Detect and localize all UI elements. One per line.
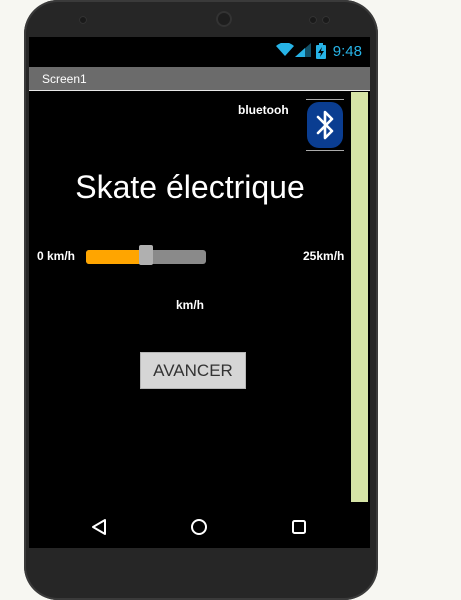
wifi-icon bbox=[276, 43, 294, 56]
battery-charging-icon bbox=[316, 43, 326, 59]
speed-max-label: 25km/h bbox=[303, 249, 345, 263]
status-bar: 9:48 bbox=[29, 37, 370, 67]
app-title-bar: Screen1 bbox=[29, 67, 370, 91]
back-icon bbox=[92, 519, 106, 535]
speed-value-label: km/h bbox=[175, 298, 204, 312]
front-sensor bbox=[79, 16, 87, 24]
status-time: 9:48 bbox=[332, 43, 362, 60]
proximity-sensor bbox=[309, 16, 317, 24]
light-sensor bbox=[322, 16, 330, 24]
bluetooth-button[interactable] bbox=[306, 99, 344, 151]
slider-thumb[interactable] bbox=[139, 245, 153, 265]
app-title: Skate électrique bbox=[75, 169, 305, 205]
speed-min-label: 0 km/h bbox=[37, 249, 76, 263]
bluetooth-icon bbox=[307, 102, 343, 148]
home-button[interactable] bbox=[187, 515, 211, 539]
recents-icon bbox=[292, 520, 306, 534]
front-camera bbox=[216, 11, 232, 27]
slider-fill bbox=[86, 250, 146, 264]
signal-icon bbox=[295, 43, 311, 57]
bluetooth-label: bluetooh bbox=[238, 103, 289, 117]
home-icon bbox=[191, 519, 207, 535]
screen: 9:48 Screen1 bluetooh Skate électrique 0… bbox=[29, 37, 370, 548]
back-button[interactable] bbox=[87, 515, 111, 539]
avancer-button[interactable]: AVANCER bbox=[140, 352, 246, 389]
recents-button[interactable] bbox=[287, 515, 311, 539]
speed-slider[interactable] bbox=[86, 245, 206, 265]
screen-title: Screen1 bbox=[42, 72, 87, 86]
app-content: bluetooh Skate électrique 0 km/h 25km/h … bbox=[29, 92, 370, 512]
navigation-bar bbox=[29, 507, 370, 548]
